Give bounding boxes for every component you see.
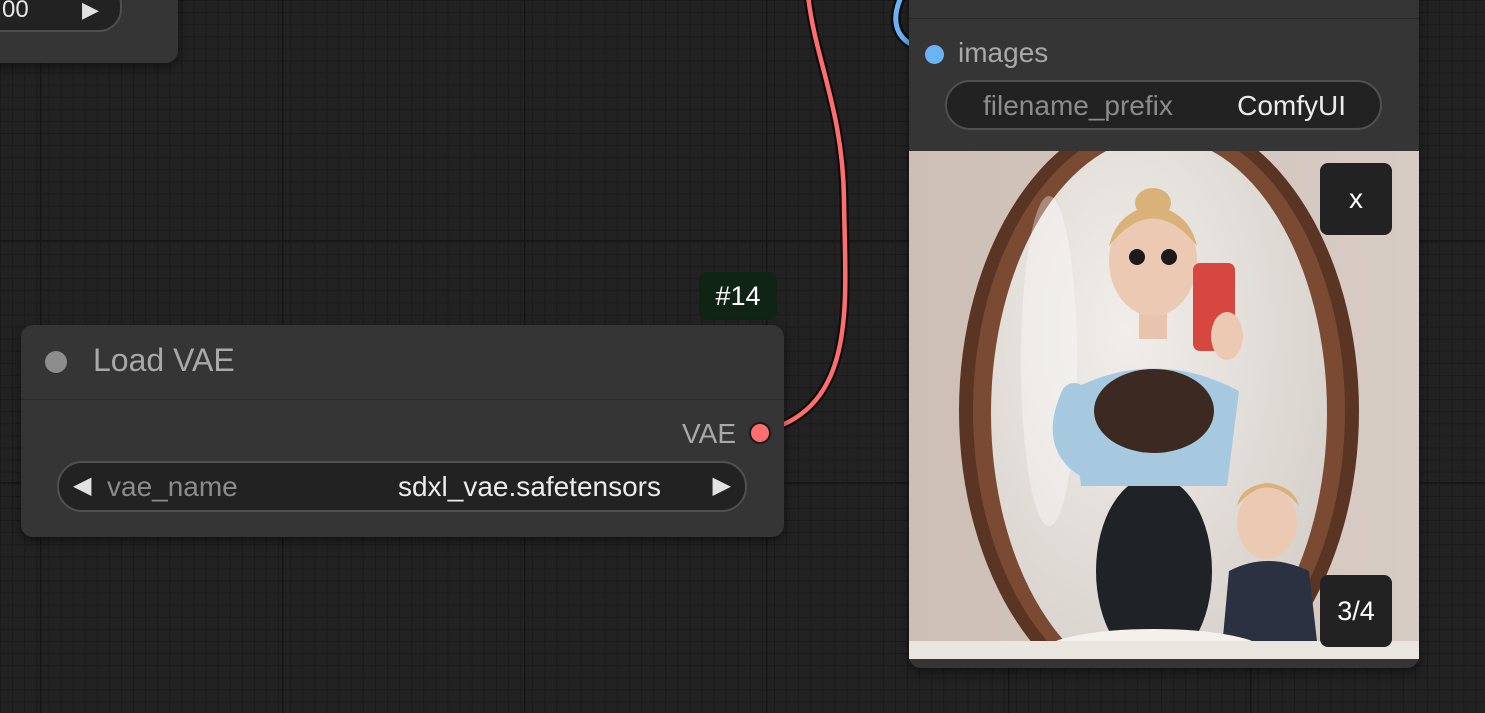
close-preview-button[interactable]: x — [1320, 163, 1392, 235]
images-input-label: images — [958, 37, 1049, 68]
node-title: Load VAE — [93, 342, 235, 378]
status-dot-icon[interactable] — [45, 351, 67, 373]
image-preview[interactable]: x 3/4 — [909, 151, 1419, 659]
field-value[interactable]: ComfyUI — [1237, 90, 1346, 122]
right-arrow-icon[interactable]: ▶ — [713, 471, 731, 500]
field-label: filename_prefix — [983, 90, 1173, 121]
save-image-node[interactable]: images filename_prefix ComfyUI x 3/4 — [909, 0, 1419, 668]
filename-prefix-field[interactable]: filename_prefix ComfyUI — [945, 80, 1382, 130]
left-arrow-icon[interactable]: ◀ — [73, 471, 91, 500]
load-vae-node[interactable]: Load VAE VAE ◀ vae_name sdxl_vae.safeten… — [21, 325, 784, 537]
node-title-divider — [909, 18, 1419, 19]
partial-node-top-left[interactable]: 1.00 ▶ — [0, 0, 178, 63]
combo-label: vae_name — [107, 471, 238, 502]
vae-name-combo[interactable]: ◀ vae_name sdxl_vae.safetensors ▶ — [57, 461, 747, 512]
vae-output-label: VAE — [682, 418, 736, 449]
vae-output-dot-icon[interactable] — [749, 422, 771, 444]
close-icon: x — [1349, 183, 1363, 214]
number-widget-value: 1.00 — [0, 0, 29, 23]
node-id-badge: #14 — [699, 272, 777, 320]
node-title-bar[interactable]: Load VAE — [21, 325, 784, 400]
number-widget[interactable]: 1.00 ▶ — [0, 0, 122, 32]
combo-value[interactable]: sdxl_vae.safetensors — [398, 471, 661, 503]
images-input-dot-icon[interactable] — [925, 45, 944, 64]
right-arrow-icon[interactable]: ▶ — [82, 0, 99, 22]
image-counter[interactable]: 3/4 — [1320, 575, 1392, 647]
